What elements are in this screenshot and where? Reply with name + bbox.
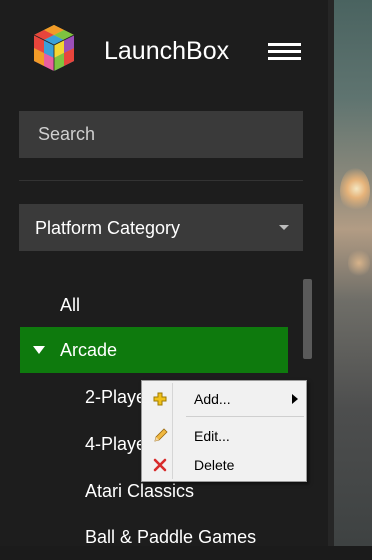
- expand-triangle-icon[interactable]: [33, 346, 45, 354]
- menu-separator: [186, 416, 304, 417]
- background-artwork: [334, 0, 372, 546]
- dropdown-selected-value: Platform Category: [35, 218, 181, 238]
- context-menu-item-delete[interactable]: Delete: [144, 452, 304, 478]
- submenu-arrow-icon: [292, 394, 298, 404]
- delete-x-icon: [153, 458, 167, 472]
- artwork-flare: [340, 168, 370, 214]
- tree-item-all[interactable]: All: [20, 282, 288, 328]
- header: LaunchBox: [0, 0, 328, 100]
- context-menu-label: Delete: [194, 457, 235, 473]
- tree-item-label: Ball & Paddle Games: [85, 527, 257, 547]
- artwork-flare: [348, 248, 370, 278]
- tree-item-label: Arcade: [60, 340, 118, 360]
- hamburger-menu-icon[interactable]: [268, 43, 301, 63]
- tree-item-ball-paddle-games[interactable]: Ball & Paddle Games: [20, 514, 288, 560]
- chevron-down-icon: [279, 225, 289, 230]
- context-menu: Add... Edit... Delete: [141, 380, 307, 482]
- search-input[interactable]: [19, 111, 303, 158]
- tree-item-label: All: [60, 295, 81, 315]
- launchbox-logo-icon: [33, 25, 75, 71]
- tree-item-arcade[interactable]: Arcade: [20, 327, 288, 373]
- add-icon: [153, 392, 167, 406]
- divider: [19, 180, 303, 181]
- platform-category-dropdown[interactable]: Platform Category: [19, 204, 303, 251]
- app-title: LaunchBox: [104, 37, 230, 65]
- context-menu-label: Add...: [194, 391, 231, 407]
- context-menu-label: Edit...: [194, 428, 230, 444]
- scrollbar-thumb[interactable]: [303, 279, 312, 359]
- context-menu-item-edit[interactable]: Edit...: [144, 423, 304, 449]
- context-menu-item-add[interactable]: Add...: [144, 386, 304, 412]
- pencil-icon: [154, 428, 168, 442]
